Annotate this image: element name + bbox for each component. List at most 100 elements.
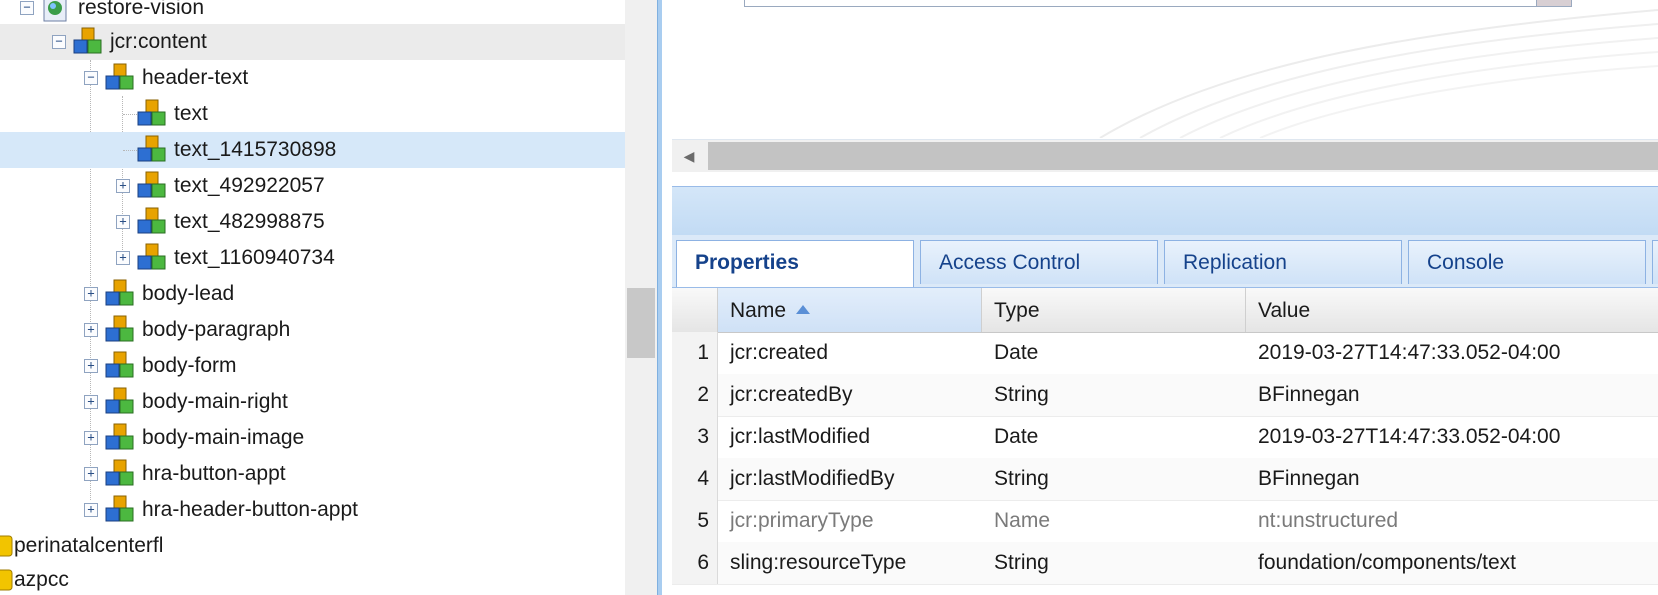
tree-node-label[interactable]: hra-button-appt: [142, 461, 286, 487]
tree-node-hra-header-button-appt[interactable]: + hra-header-button-appt: [0, 492, 625, 528]
expand-toggle[interactable]: +: [84, 467, 98, 481]
property-value[interactable]: BFinnegan: [1246, 458, 1658, 500]
tree-node-text-1160940734[interactable]: + text_1160940734: [0, 240, 625, 276]
tab-replication[interactable]: Replication: [1164, 240, 1402, 284]
tree-node-body-lead[interactable]: + body-lead: [0, 276, 625, 312]
node-cubes-icon: [105, 351, 134, 378]
tree-node-body-paragraph[interactable]: + body-paragraph: [0, 312, 625, 348]
column-header-type[interactable]: Type: [982, 288, 1246, 332]
expand-toggle[interactable]: +: [116, 251, 130, 265]
tree-node-label[interactable]: hra-header-button-appt: [142, 497, 358, 523]
horizontal-scrollbar[interactable]: ◀: [672, 139, 1658, 172]
tree-node-label[interactable]: header-text: [142, 65, 248, 91]
column-header-label: Name: [730, 299, 787, 322]
property-value[interactable]: 2019-03-27T14:47:33.052-04:00: [1246, 332, 1658, 374]
tree-node-restore-vision[interactable]: − restore-vision: [0, 0, 625, 26]
node-cubes-icon: [137, 171, 166, 198]
table-row[interactable]: 4 jcr:lastModifiedBy String BFinnegan: [672, 458, 1658, 501]
property-name[interactable]: jcr:lastModified: [718, 416, 982, 458]
table-row[interactable]: 5 jcr:primaryType Name nt:unstructured: [672, 500, 1658, 543]
property-value[interactable]: BFinnegan: [1246, 374, 1658, 416]
tree-node-header-text[interactable]: − header-text: [0, 60, 625, 96]
tree-node-hra-button-appt[interactable]: + hra-button-appt: [0, 456, 625, 492]
property-value[interactable]: nt:unstructured: [1246, 500, 1658, 542]
tree-node-body-form[interactable]: + body-form: [0, 348, 625, 384]
tree-scroll-thumb[interactable]: [627, 288, 655, 358]
node-cubes-icon: [105, 495, 134, 522]
tree-node-label[interactable]: body-lead: [142, 281, 234, 307]
property-name[interactable]: jcr:lastModifiedBy: [718, 458, 982, 500]
property-type[interactable]: String: [982, 542, 1246, 584]
node-cubes-icon: [105, 279, 134, 306]
expand-toggle[interactable]: +: [84, 503, 98, 517]
expand-toggle[interactable]: +: [84, 287, 98, 301]
preview-text-field[interactable]: [744, 0, 1538, 7]
tree-node-label[interactable]: restore-vision: [78, 0, 204, 21]
tree-node-text-492922057[interactable]: + text_492922057: [0, 168, 625, 204]
expand-toggle[interactable]: +: [116, 215, 130, 229]
expand-toggle[interactable]: +: [84, 323, 98, 337]
expand-toggle[interactable]: +: [116, 179, 130, 193]
property-type[interactable]: Name: [982, 500, 1246, 542]
horizontal-scroll-thumb[interactable]: [708, 142, 1658, 170]
expand-toggle[interactable]: +: [84, 431, 98, 445]
node-cubes-icon: [105, 387, 134, 414]
tree-node-label[interactable]: body-form: [142, 353, 237, 379]
property-name[interactable]: jcr:created: [718, 332, 982, 374]
column-header-value[interactable]: Value: [1246, 288, 1658, 332]
page-icon: [43, 0, 67, 22]
tree-node-text[interactable]: text: [0, 96, 625, 132]
table-row[interactable]: 3 jcr:lastModified Date 2019-03-27T14:47…: [672, 416, 1658, 459]
tree-node-label[interactable]: jcr:content: [110, 29, 207, 55]
sort-ascending-icon: [796, 304, 811, 314]
tree-node-label[interactable]: body-main-image: [142, 425, 304, 451]
tree-node-jcr-content[interactable]: − jcr:content: [0, 24, 625, 60]
tree-node-perinatalcenterfl[interactable]: perinatalcenterfl: [0, 528, 625, 564]
node-cubes-icon: [105, 459, 134, 486]
property-value[interactable]: 2019-03-27T14:47:33.052-04:00: [1246, 416, 1658, 458]
table-row[interactable]: 2 jcr:createdBy String BFinnegan: [672, 374, 1658, 417]
tree-node-text-1415730898-selected[interactable]: text_1415730898: [0, 132, 625, 168]
tree-node-label[interactable]: perinatalcenterfl: [14, 533, 163, 559]
property-name[interactable]: jcr:primaryType: [718, 500, 982, 542]
collapse-toggle[interactable]: −: [52, 35, 66, 49]
collapse-toggle[interactable]: −: [20, 1, 34, 15]
tree-node-azpcc[interactable]: azpcc: [0, 562, 625, 595]
tree-node-label[interactable]: text_482998875: [174, 209, 325, 235]
property-name[interactable]: jcr:createdBy: [718, 374, 982, 416]
tab-console[interactable]: Console: [1408, 240, 1646, 284]
property-type[interactable]: Date: [982, 416, 1246, 458]
property-type[interactable]: String: [982, 458, 1246, 500]
tree-node-label[interactable]: body-paragraph: [142, 317, 290, 343]
expand-toggle[interactable]: +: [84, 395, 98, 409]
tree-node-label[interactable]: body-main-right: [142, 389, 288, 415]
tree-node-label[interactable]: text: [174, 101, 208, 127]
tab-overflow[interactable]: [1652, 240, 1658, 284]
collapse-toggle[interactable]: −: [84, 71, 98, 85]
tree-node-body-main-image[interactable]: + body-main-image: [0, 420, 625, 456]
row-number: 4: [672, 458, 718, 500]
tree-node-label[interactable]: azpcc: [14, 567, 69, 593]
tree-node-label[interactable]: text_1160940734: [174, 245, 335, 271]
node-cubes-icon: [105, 423, 134, 450]
tree-vertical-scrollbar[interactable]: [625, 0, 657, 595]
tree-node-label[interactable]: text_492922057: [174, 173, 325, 199]
property-type[interactable]: String: [982, 374, 1246, 416]
property-type[interactable]: Date: [982, 332, 1246, 374]
expand-toggle[interactable]: +: [84, 359, 98, 373]
scroll-left-arrow-icon[interactable]: ◀: [672, 140, 706, 172]
property-value[interactable]: foundation/components/text: [1246, 542, 1658, 584]
tab-properties[interactable]: Properties: [676, 240, 914, 287]
row-number-header: [672, 288, 718, 332]
node-cubes-icon: [73, 27, 102, 54]
preview-field-button[interactable]: [1536, 0, 1572, 7]
table-row[interactable]: 1 jcr:created Date 2019-03-27T14:47:33.0…: [672, 332, 1658, 375]
column-header-name[interactable]: Name: [718, 288, 982, 332]
tree-node-body-main-right[interactable]: + body-main-right: [0, 384, 625, 420]
tab-access-control[interactable]: Access Control: [920, 240, 1158, 284]
bottom-panel-header: [672, 186, 1658, 236]
property-name[interactable]: sling:resourceType: [718, 542, 982, 584]
tree-node-label[interactable]: text_1415730898: [174, 137, 336, 163]
table-row[interactable]: 6 sling:resourceType String foundation/c…: [672, 542, 1658, 585]
tree-node-text-482998875[interactable]: + text_482998875: [0, 204, 625, 240]
